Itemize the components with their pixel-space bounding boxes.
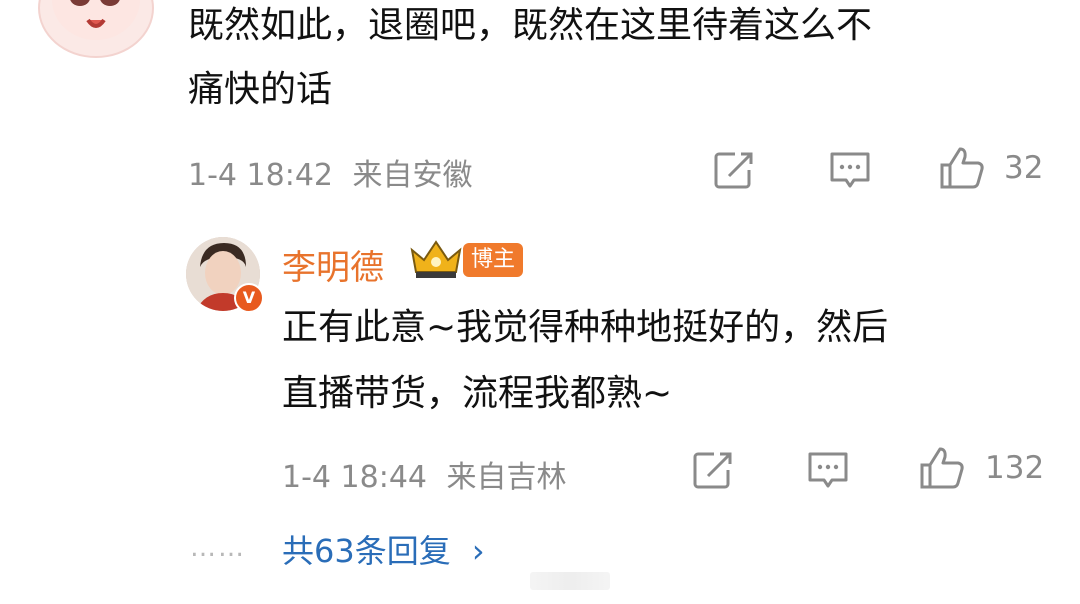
chevron-right-icon: › <box>471 532 485 570</box>
reply-share-icon[interactable] <box>692 450 736 490</box>
reply-thumbs-up-icon[interactable] <box>918 445 966 491</box>
reply-username[interactable]: 李明德 <box>282 240 384 289</box>
more-replies-label: 共63条回复 <box>282 532 451 570</box>
share-icon[interactable] <box>713 150 757 190</box>
blogger-badge: 博主 <box>463 243 524 277</box>
watermark <box>530 572 610 590</box>
comment-location: 来自安徽 <box>352 158 473 193</box>
reply-text-line-1: 正有此意~我觉得种种地挺好的，然后 <box>282 307 889 348</box>
comment-timestamp: 1-4 18:42 来自安徽 <box>188 150 473 194</box>
reply-timestamp: 1-4 18:44 来自吉林 <box>282 452 567 496</box>
reply-like-count: 132 <box>985 450 1045 486</box>
reply-text-line-2: 直播带货，流程我都熟~ <box>282 373 673 414</box>
comment-time: 1-4 18:42 <box>188 158 333 193</box>
comment-icon[interactable] <box>828 150 872 190</box>
reply-location: 来自吉林 <box>446 460 567 495</box>
commenter-avatar[interactable] <box>38 0 154 58</box>
more-replies-dots: …… <box>190 533 246 563</box>
more-replies-link[interactable]: 共63条回复 › <box>282 526 485 572</box>
crown-icon <box>408 236 464 280</box>
reply-comment-icon[interactable] <box>806 450 850 490</box>
thumbs-up-icon[interactable] <box>938 145 986 191</box>
verified-mark: V <box>242 288 256 307</box>
like-count: 32 <box>1004 150 1044 186</box>
reply-time: 1-4 18:44 <box>282 460 427 495</box>
verified-badge: V <box>234 283 264 313</box>
comment-text-line-1: 既然如此，退圈吧，既然在这里待着这么不 <box>188 5 873 46</box>
comment-text-line-2: 痛快的话 <box>188 69 333 110</box>
